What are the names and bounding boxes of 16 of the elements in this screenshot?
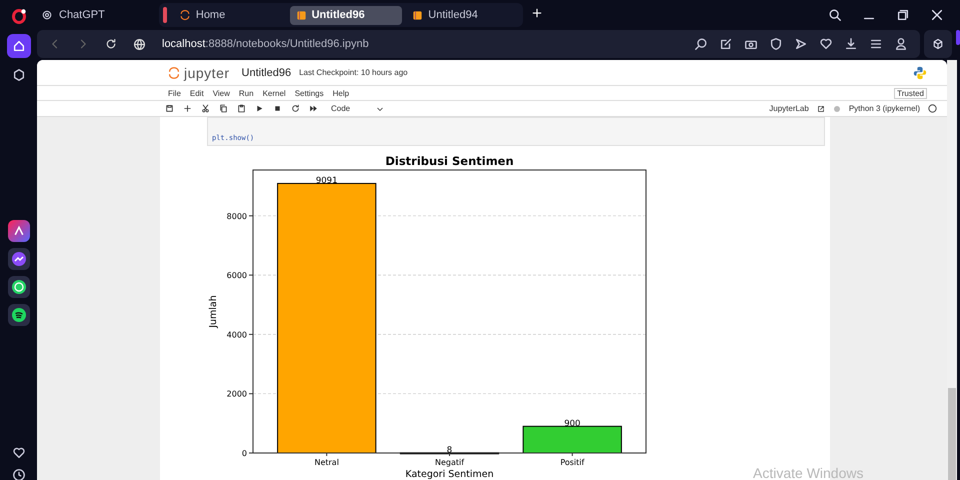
data-label: 9091 [316,176,338,186]
y-tick-label: 2000 [226,390,247,399]
data-label: 8 [446,445,452,456]
activation-notice: Activate Windows [753,465,864,480]
y-axis-label: Jumlah [208,295,219,328]
y-tick-label: 4000 [226,330,247,340]
y-tick-label: 8000 [226,212,247,221]
y-tick-label: 6000 [226,271,247,280]
chart-title: Distribusi Sentimen [385,154,514,168]
x-tick-label: Negatif [434,458,464,467]
x-tick-label: Netral [314,458,339,467]
data-label: 900 [564,418,580,429]
y-tick-label: 0 [242,449,247,458]
checkpoint-text: Last Checkpoint: 10 hours ago [299,68,408,77]
x-tick-label: Positif [560,458,584,467]
x-axis-label: Kategori Sentimen [405,469,494,480]
